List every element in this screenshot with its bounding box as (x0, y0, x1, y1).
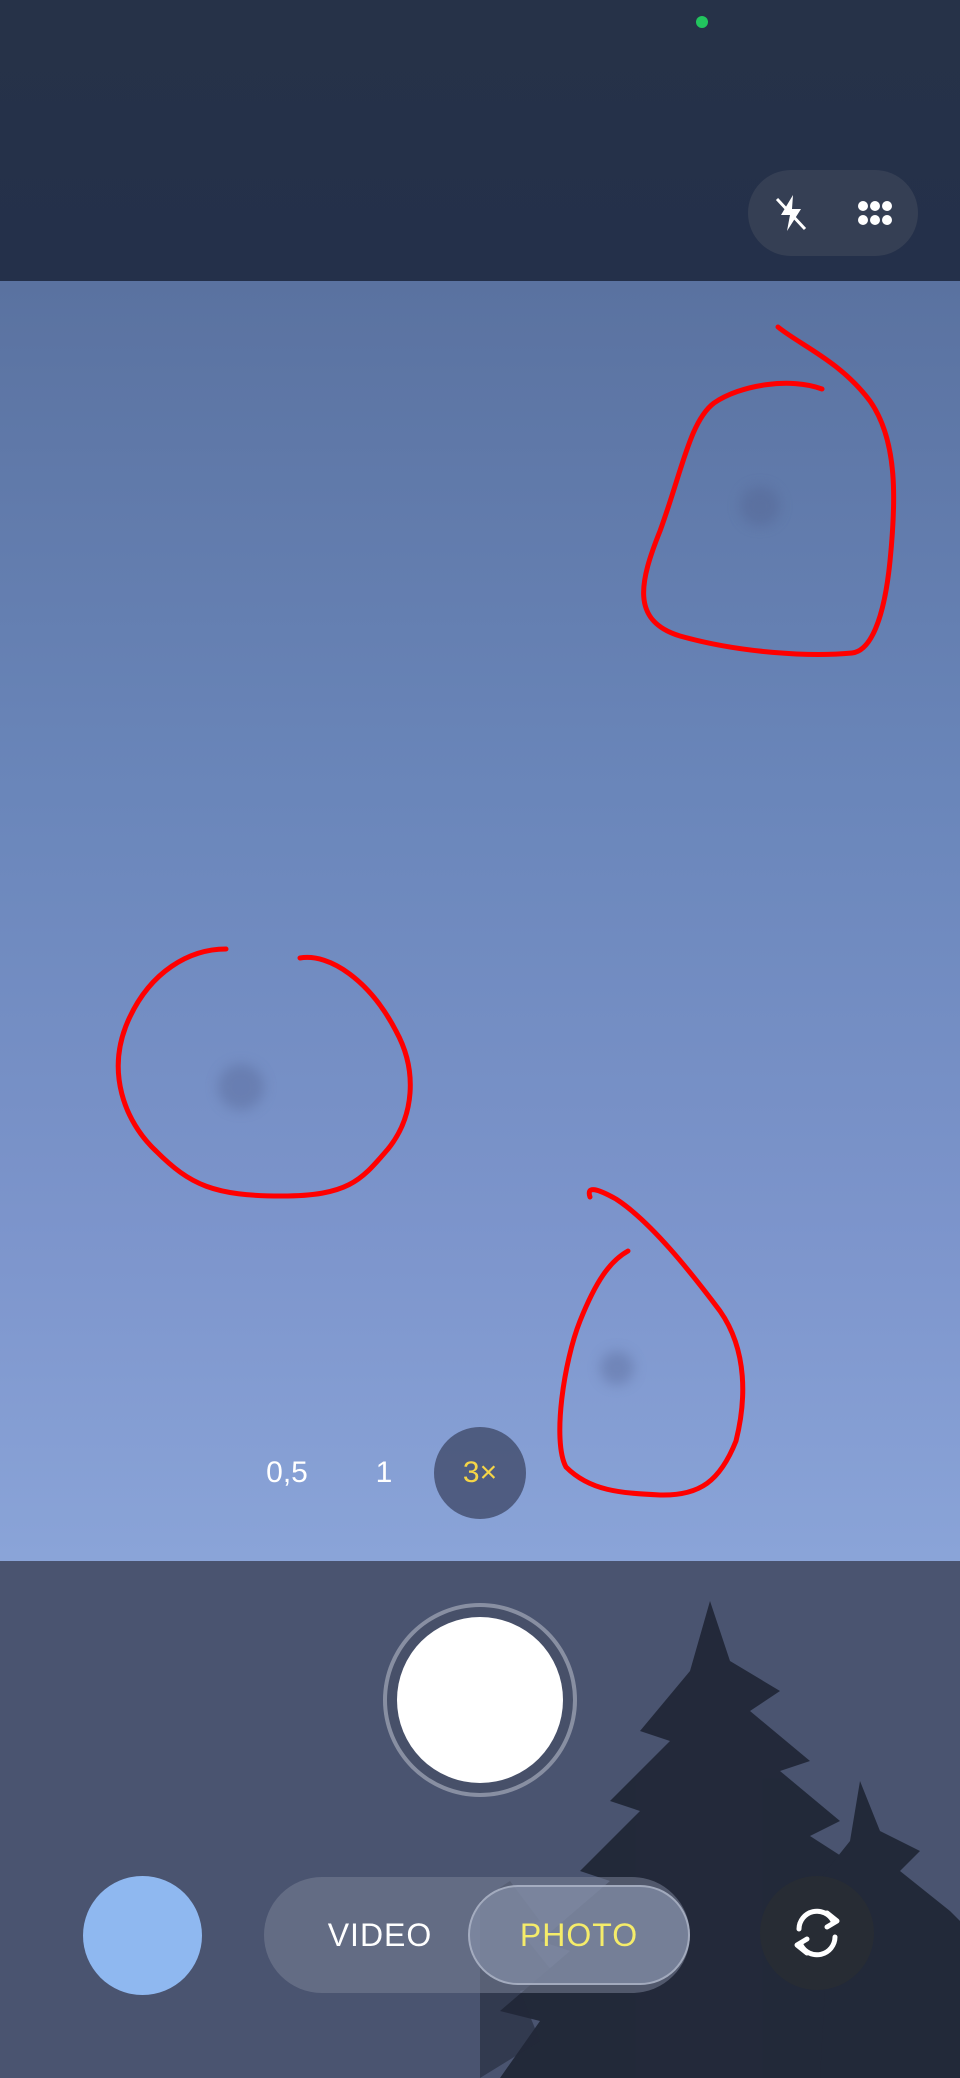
lens-dust-spot (218, 1064, 264, 1110)
switch-camera-icon (794, 1908, 840, 1958)
more-options-icon (858, 201, 892, 225)
mode-video[interactable]: VIDEO (264, 1877, 496, 1993)
camera-in-use-indicator (696, 16, 708, 28)
lens-dust-spot (600, 1351, 634, 1385)
quick-controls (748, 170, 918, 256)
mode-photo[interactable]: PHOTO (468, 1885, 690, 1985)
more-options-button[interactable] (832, 170, 918, 256)
shutter-button[interactable] (383, 1603, 577, 1797)
shutter-core (397, 1617, 563, 1783)
zoom-selector: 0,5 1 3× (0, 1427, 960, 1519)
red-annotation-circles (115, 324, 897, 1498)
switch-camera-button[interactable] (760, 1876, 874, 1990)
lens-dust-spot (740, 486, 780, 526)
mode-switch: VIDEO PHOTO (264, 1877, 690, 1993)
flash-off-icon (775, 195, 807, 231)
zoom-1-button[interactable]: 1 (338, 1427, 430, 1519)
camera-viewfinder[interactable] (0, 281, 960, 1561)
zoom-3x-button[interactable]: 3× (434, 1427, 526, 1519)
gallery-thumbnail[interactable] (83, 1876, 202, 1995)
camera-top-bar (0, 0, 960, 281)
zoom-0-5-button[interactable]: 0,5 (241, 1427, 333, 1519)
flash-off-button[interactable] (748, 170, 834, 256)
